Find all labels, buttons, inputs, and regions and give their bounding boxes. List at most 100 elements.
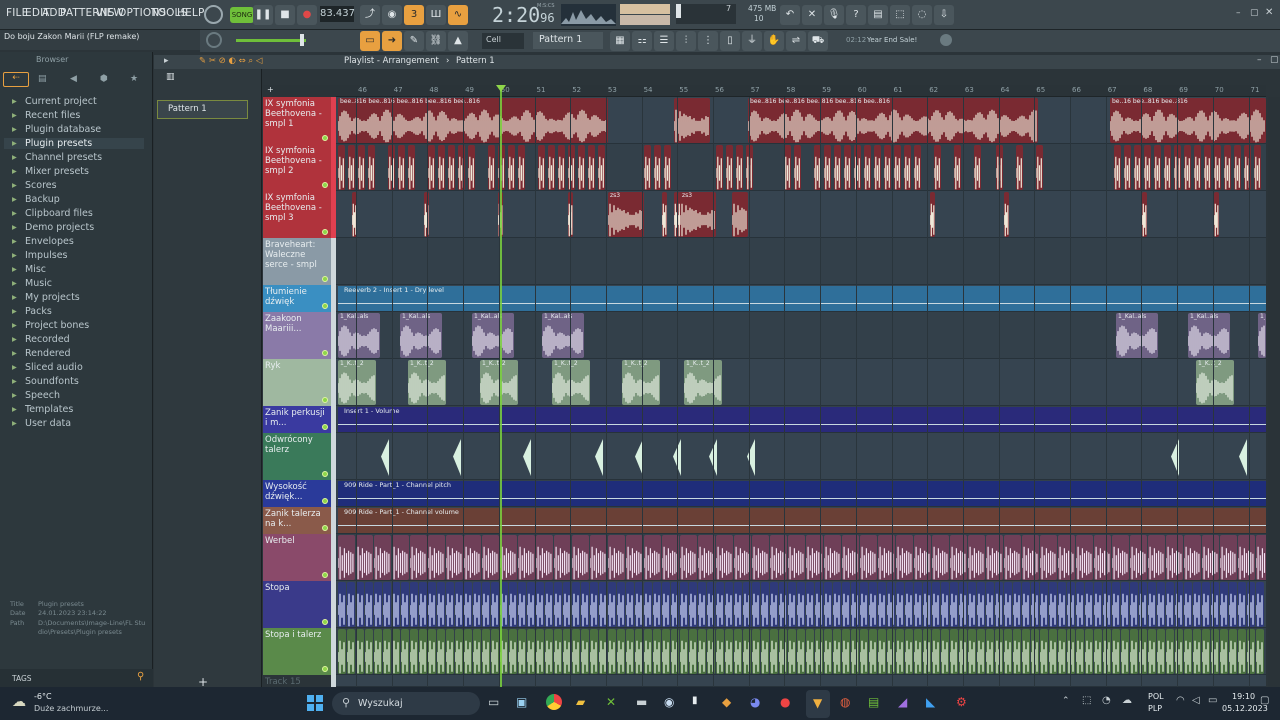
audio-clip[interactable] <box>894 145 901 190</box>
audio-clip[interactable] <box>1112 582 1120 627</box>
audio-clip[interactable] <box>491 629 499 674</box>
track-mute-icon[interactable] <box>322 572 328 578</box>
audio-clip[interactable] <box>1022 582 1030 627</box>
record-app-icon[interactable]: ● <box>780 695 790 709</box>
audio-clip[interactable] <box>590 629 598 674</box>
audio-clip[interactable] <box>1244 145 1251 190</box>
audio-clip[interactable] <box>538 145 545 190</box>
audio-clip[interactable] <box>518 629 526 674</box>
audio-clip[interactable] <box>806 629 814 674</box>
audio-clip[interactable] <box>536 582 544 627</box>
audio-clip[interactable] <box>410 582 418 627</box>
audio-clip[interactable]: bee..816 bee..816 bee..816 bee..816 bee.… <box>338 98 608 143</box>
notifications-icon[interactable]: ▢ <box>1260 695 1269 706</box>
audio-clip[interactable] <box>1004 629 1012 674</box>
news-text[interactable]: Year End Sale! <box>867 36 917 44</box>
xbox-icon[interactable]: ✕ <box>606 695 616 709</box>
audio-clip[interactable] <box>698 629 706 674</box>
pitch-knob[interactable] <box>206 32 222 48</box>
browser-item-user-data[interactable]: ▸ User data <box>12 418 71 429</box>
audio-clip[interactable] <box>743 582 751 627</box>
plug-icon[interactable]: ⏚ <box>742 31 762 51</box>
audio-clip[interactable] <box>1166 629 1174 674</box>
browser-plugins-icon[interactable]: ⬢ <box>100 74 108 84</box>
audio-clip[interactable] <box>1112 535 1129 580</box>
blend-notes-icon[interactable]: 3 <box>404 5 424 25</box>
visual-studio-icon[interactable]: ◢ <box>898 695 907 709</box>
audio-clip[interactable] <box>408 145 415 190</box>
audio-clip[interactable] <box>590 582 598 627</box>
widgets-icon[interactable]: ▣ <box>516 695 527 709</box>
audio-clip[interactable] <box>689 582 697 627</box>
audio-clip[interactable] <box>1204 145 1211 190</box>
audio-clip[interactable] <box>365 582 373 627</box>
audio-clip[interactable] <box>509 629 517 674</box>
audio-clip[interactable] <box>518 535 535 580</box>
audio-clip[interactable] <box>568 145 575 190</box>
audio-clip[interactable] <box>1134 145 1141 190</box>
track-header[interactable]: Wysokość dźwięk... <box>263 480 331 507</box>
weather-icon[interactable]: ☁ <box>12 694 26 710</box>
audio-clip[interactable] <box>482 582 490 627</box>
playlist-menu-icon[interactable]: ▸ <box>164 56 169 66</box>
audio-clip[interactable] <box>930 192 935 237</box>
minimize-icon[interactable]: – <box>1236 8 1241 18</box>
audio-clip[interactable] <box>797 629 805 674</box>
audio-clip[interactable] <box>1144 145 1151 190</box>
track-mute-icon[interactable] <box>322 135 328 141</box>
audio-clip[interactable] <box>1148 582 1156 627</box>
master-volume-slider[interactable] <box>236 39 306 42</box>
audio-clip[interactable] <box>1229 629 1237 674</box>
audio-clip[interactable] <box>698 582 706 627</box>
audio-clip[interactable] <box>1184 145 1191 190</box>
audio-clip[interactable] <box>950 629 958 674</box>
file-icon[interactable]: ▯ <box>720 31 740 51</box>
audio-clip[interactable] <box>662 192 667 237</box>
audio-clip[interactable] <box>941 629 949 674</box>
audio-clip[interactable]: be..16 bee..816 bee..816 <box>1110 98 1266 143</box>
track-header[interactable]: Track 15 <box>263 675 331 687</box>
track-header[interactable]: Zanik talerza na k... <box>263 507 331 534</box>
audio-clip[interactable] <box>464 535 481 580</box>
audio-clip[interactable] <box>1013 629 1021 674</box>
mixer-icon[interactable]: ✕ <box>802 5 822 25</box>
track-mute-icon[interactable] <box>322 424 328 430</box>
audio-clip[interactable] <box>1148 629 1156 674</box>
audio-clip[interactable] <box>1049 582 1057 627</box>
audio-clip[interactable] <box>680 535 697 580</box>
track-mute-icon[interactable] <box>322 619 328 625</box>
mic-icon[interactable]: 🎙 <box>824 5 844 25</box>
audio-clip[interactable] <box>1139 582 1147 627</box>
audio-clip[interactable] <box>779 582 787 627</box>
notepad-icon[interactable]: ▤ <box>868 695 879 709</box>
track-mute-icon[interactable] <box>322 471 328 477</box>
track-mute-icon[interactable] <box>322 303 328 309</box>
audio-clip[interactable] <box>437 629 445 674</box>
audio-clip[interactable] <box>1004 535 1021 580</box>
undo-icon[interactable]: ↶ <box>780 5 800 25</box>
track-select-strip[interactable] <box>331 534 336 581</box>
wait-input-icon[interactable]: ∿ <box>448 5 468 25</box>
news-globe-icon[interactable] <box>940 34 952 46</box>
audio-clip[interactable] <box>653 629 661 674</box>
track-select-strip[interactable] <box>331 675 336 687</box>
steam-icon[interactable]: ◉ <box>664 695 674 709</box>
audio-clip[interactable] <box>401 629 409 674</box>
audio-clip[interactable] <box>446 582 454 627</box>
browser-item-packs[interactable]: ▸ Packs <box>12 306 52 317</box>
metronome-icon[interactable]: ◉ <box>382 5 402 25</box>
track-lane[interactable]: bee..816 bee..816 bee..816 bee..816 bee.… <box>336 97 1266 144</box>
audio-clip[interactable] <box>1004 192 1009 237</box>
audio-clip[interactable] <box>904 145 911 190</box>
automation-clip[interactable]: 909 Ride - Part_1 - Channel volume <box>338 508 1266 533</box>
audio-clip[interactable] <box>1256 629 1264 674</box>
audio-clip[interactable] <box>428 145 435 190</box>
audio-clip[interactable] <box>554 535 571 580</box>
track-lane[interactable] <box>336 675 1266 687</box>
reverse-cymbal-clip[interactable] <box>1170 435 1180 478</box>
track-lane[interactable] <box>336 433 1266 480</box>
audio-clip[interactable] <box>392 629 400 674</box>
audio-clip[interactable] <box>941 582 949 627</box>
file-explorer-icon[interactable]: ▰ <box>576 695 585 709</box>
audio-clip[interactable] <box>365 629 373 674</box>
